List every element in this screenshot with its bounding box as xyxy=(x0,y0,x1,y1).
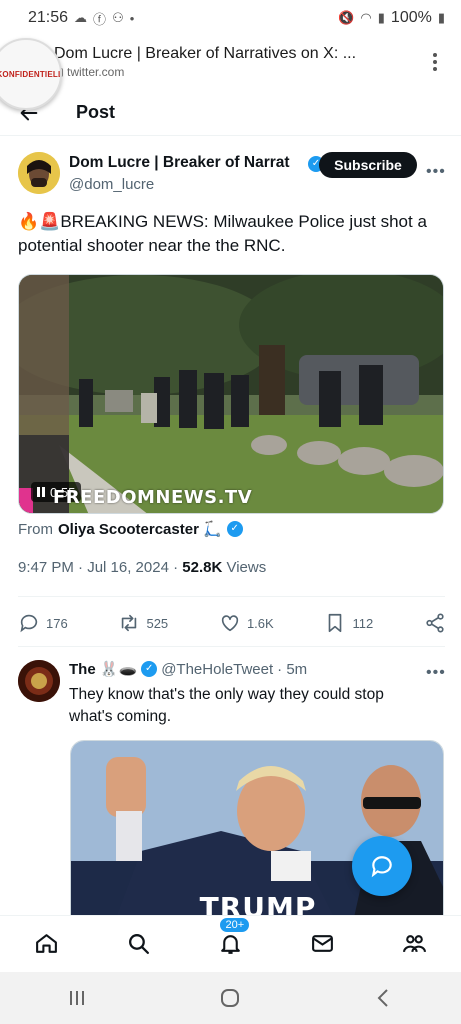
bookmark-count: 112 xyxy=(352,615,374,631)
post-header: Post xyxy=(0,90,461,136)
repost-icon xyxy=(122,614,137,632)
wifi-icon: ◠ xyxy=(360,10,372,25)
signal-icon: ▮ xyxy=(377,10,385,25)
reply-icon xyxy=(20,614,38,633)
mail-icon xyxy=(312,935,334,952)
share-icon xyxy=(426,613,444,633)
home-circle-icon[interactable] xyxy=(218,986,242,1010)
status-time: 21:56 xyxy=(28,9,69,26)
views-count: 52.8K xyxy=(182,559,223,576)
author-name[interactable]: Dom Lucre | Breaker of Narrat xyxy=(69,154,305,172)
battery-icon: ▮ xyxy=(437,10,445,25)
reply-time: · 5m xyxy=(277,660,308,678)
author-avatar[interactable] xyxy=(18,152,60,194)
status-bar: 21:56 ☁ ⓕ ⚇ • 🔇 ◠ ▮ 100% ▮ xyxy=(0,0,461,36)
status-left: 21:56 ☁ ⓕ ⚇ • xyxy=(28,9,134,28)
video-watermark: FREEDOMNEWS.TV xyxy=(53,487,253,508)
repost-count: 525 xyxy=(146,615,169,631)
compose-message-button[interactable] xyxy=(352,836,412,896)
back-chevron-icon[interactable] xyxy=(372,986,396,1010)
browser-menu-icon[interactable] xyxy=(423,53,447,71)
dot-icon: • xyxy=(129,10,135,26)
divider xyxy=(18,596,445,597)
notifications-badge: 20+ xyxy=(218,915,252,934)
bookmark-icon xyxy=(329,613,342,633)
verified-badge-icon: ✓ xyxy=(141,661,158,677)
battery-level: 100% xyxy=(390,9,432,26)
subscribe-button[interactable]: Subscribe xyxy=(319,152,417,178)
nav-communities[interactable] xyxy=(395,924,435,964)
mute-icon: 🔇 xyxy=(338,10,355,25)
android-nav-bar xyxy=(0,972,461,1024)
tweet-meta: 9:47 PM · Jul 16, 2024 · 52.8K Views xyxy=(18,559,266,576)
pause-icon xyxy=(37,487,45,497)
divider xyxy=(18,646,445,647)
reply-header: The 🐰🕳️ ✓ @TheHoleTweet · 5m xyxy=(69,660,308,679)
from-name[interactable]: Oliya Scootercaster 🛴 xyxy=(58,520,222,538)
tweet-actions: 176 525 1.6K 112 xyxy=(18,606,446,640)
account-icon: ⚇ xyxy=(112,10,124,25)
reply-button[interactable]: 176 xyxy=(18,612,68,634)
nav-search[interactable] xyxy=(118,924,158,964)
reply-avatar[interactable] xyxy=(18,660,60,702)
tweet-video[interactable]: 0:55 FREEDOMNEWS.TV xyxy=(18,274,444,514)
nav-notifications[interactable]: 20+ xyxy=(210,915,252,964)
browser-bar: KONFIDENTIELLT Dom Lucre | Breaker of Na… xyxy=(0,36,461,110)
more-options-icon[interactable]: ••• xyxy=(426,163,446,181)
browser-page-title: Dom Lucre | Breaker of Narratives on X: … xyxy=(54,45,357,63)
verified-badge-icon: ✓ xyxy=(226,521,243,537)
message-icon xyxy=(371,856,392,878)
home-icon xyxy=(35,934,57,953)
browser-titles: Dom Lucre | Breaker of Narratives on X: … xyxy=(54,44,423,80)
share-button[interactable] xyxy=(424,612,446,634)
recent-apps-icon[interactable] xyxy=(65,986,89,1010)
reply-more-icon[interactable]: ••• xyxy=(426,664,446,682)
tweet-text: 🔥🚨BREAKING NEWS: Milwaukee Police just s… xyxy=(18,212,427,255)
like-button[interactable]: 1.6K xyxy=(219,612,274,634)
confidential-badge-text: KONFIDENTIELLT xyxy=(0,69,60,79)
bottom-nav: 20+ xyxy=(0,915,461,971)
browser-url[interactable]: twitter.com xyxy=(54,65,423,79)
like-count: 1.6K xyxy=(246,615,274,631)
page-title: Post xyxy=(76,102,116,122)
reply-text: They know that's the only way they could… xyxy=(69,686,384,725)
browser-url-text: twitter.com xyxy=(67,65,125,80)
nav-home[interactable] xyxy=(26,924,66,964)
search-icon xyxy=(128,934,149,955)
nav-messages[interactable] xyxy=(303,924,343,964)
reply-handle[interactable]: @TheHoleTweet xyxy=(161,661,273,678)
tweet-author-row: Dom Lucre | Breaker of Narrat ✓ @dom_luc… xyxy=(18,150,448,200)
reply-author-name[interactable]: The 🐰🕳️ xyxy=(69,660,137,678)
status-right: 🔇 ◠ ▮ 100% ▮ xyxy=(338,9,445,27)
reply-image[interactable]: TRUMP xyxy=(70,740,444,930)
communities-icon xyxy=(403,935,427,953)
facebook-icon: ⓕ xyxy=(93,11,107,27)
repost-button[interactable]: 525 xyxy=(118,612,168,634)
tweet-timestamp[interactable]: 9:47 PM · Jul 16, 2024 · xyxy=(18,559,182,576)
author-handle[interactable]: @dom_lucre xyxy=(69,176,154,193)
from-prefix: From xyxy=(18,520,53,538)
media-source: From Oliya Scootercaster 🛴 ✓ xyxy=(18,520,243,538)
bell-icon xyxy=(221,935,240,954)
cloud-icon: ☁ xyxy=(74,10,88,25)
bookmark-button[interactable]: 112 xyxy=(324,612,373,634)
views-label: Views xyxy=(222,559,267,576)
reply-count: 176 xyxy=(46,615,68,631)
heart-icon xyxy=(221,615,239,632)
video-frame xyxy=(19,275,443,513)
